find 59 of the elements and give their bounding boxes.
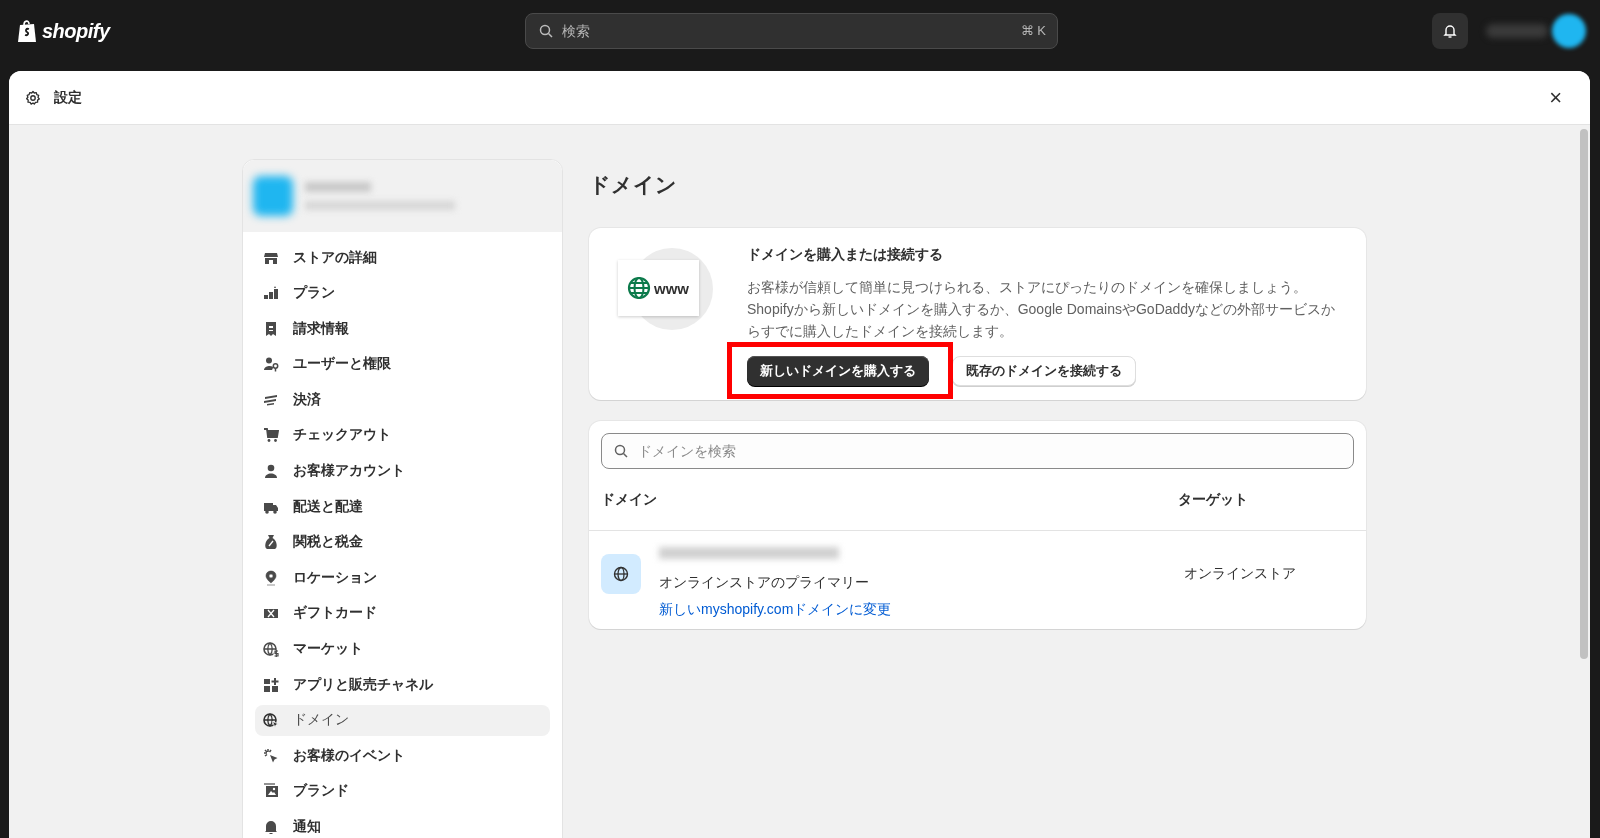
window-title: 設定: [54, 88, 82, 107]
sidebar-item[interactable]: プラン: [255, 277, 550, 309]
sidebar-item[interactable]: ギフトカード: [255, 597, 550, 629]
sidebar-item[interactable]: お客様アカウント: [255, 455, 550, 487]
www-label: www: [654, 279, 689, 297]
notifications-button[interactable]: [1432, 13, 1468, 49]
connect-domain-button[interactable]: 既存のドメインを接続する: [952, 356, 1136, 386]
receipt-icon: [263, 320, 279, 337]
money-bag-icon: [263, 534, 279, 551]
search-icon: [614, 444, 628, 458]
change-domain-link[interactable]: 新しいmyshopify.comドメインに変更: [659, 601, 892, 619]
search-icon: [539, 24, 553, 38]
logo-text[interactable]: shopify: [42, 19, 110, 43]
sidebar-item[interactable]: お客様のイベント: [255, 740, 550, 772]
avatar[interactable]: [1552, 14, 1586, 48]
sidebar-item[interactable]: ドメイン: [255, 704, 550, 736]
globe-cursor-icon: [263, 712, 279, 729]
globe-icon: [601, 554, 641, 594]
sidebar-item[interactable]: ブランド: [255, 775, 550, 807]
domain-description: オンラインストアのプライマリー: [659, 574, 870, 592]
settings-icon: [25, 89, 41, 106]
shopping-bag-icon: [17, 19, 37, 43]
cart-icon: [263, 427, 279, 444]
sidebar-item[interactable]: 通知: [255, 811, 550, 838]
apps-icon: [263, 676, 279, 693]
column-header: ターゲット: [1178, 490, 1249, 509]
scrollbar[interactable]: [1580, 129, 1588, 659]
sidebar-item[interactable]: 請求情報: [255, 313, 550, 345]
store-avatar: [253, 176, 293, 216]
brand-image-icon: [263, 783, 279, 800]
blurred-text: [1486, 24, 1548, 38]
bell-icon: [1442, 23, 1458, 39]
person-icon: [263, 463, 279, 480]
globe-dollar-icon: [263, 641, 279, 658]
sidebar-item[interactable]: 関税と税金: [255, 526, 550, 558]
sidebar-item[interactable]: チェックアウト: [255, 419, 550, 451]
blurred-text: [305, 182, 371, 192]
sidebar-item[interactable]: ロケーション: [255, 562, 550, 594]
buy-domain-button[interactable]: 新しいドメインを購入する: [747, 356, 929, 386]
chart-icon: [263, 285, 279, 302]
card-description: お客様が信頼して簡単に見つけられる、ストアにぴったりのドメインを確保しましょう。Shopifyから新しいドメインを購入するか、Google DomainsやGoDaddyなどの外部サービスからすでに購入したドメインを接続します。: [747, 278, 1337, 341]
sidebar-item[interactable]: ユーザーと権限: [255, 348, 550, 380]
card-heading: ドメインを購入または接続する: [747, 246, 944, 264]
page-title: ドメイン: [589, 172, 678, 198]
sidebar-item[interactable]: アプリと販売チャネル: [255, 669, 550, 701]
sidebar-item[interactable]: マーケット: [255, 633, 550, 665]
close-button[interactable]: ×: [1545, 86, 1566, 109]
location-pin-icon: [263, 569, 279, 586]
column-header: ドメイン: [601, 490, 658, 509]
cursor-click-icon: [263, 747, 279, 764]
globe-icon: [627, 276, 651, 300]
sidebar-item[interactable]: 配送と配達: [255, 491, 550, 523]
table-cell-text: オンラインストア: [1183, 564, 1297, 583]
user-key-icon: [263, 356, 279, 373]
search-field[interactable]: ドメインを検索: [601, 433, 1354, 469]
bell-icon: [263, 819, 279, 835]
sidebar-item[interactable]: 決済: [255, 384, 550, 416]
sidebar-item[interactable]: ストアの詳細: [255, 242, 550, 273]
keyboard-shortcut: ⌘ K: [1020, 23, 1046, 38]
